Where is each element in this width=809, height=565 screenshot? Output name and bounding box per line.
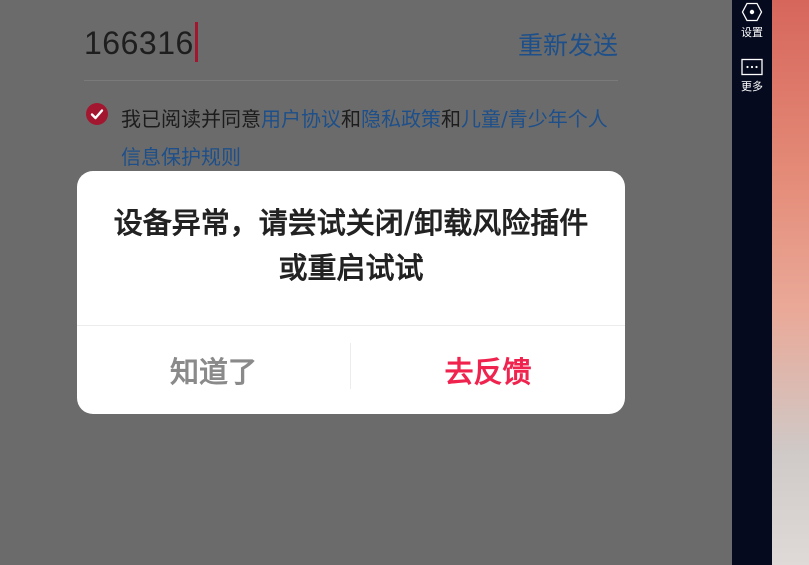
alert-dialog: 设备异常，请尝试关闭/卸载风险插件或重启试试 知道了 去反馈 bbox=[77, 171, 625, 414]
modal-overlay: 设备异常，请尝试关闭/卸载风险插件或重启试试 知道了 去反馈 bbox=[0, 0, 732, 565]
more-icon bbox=[741, 58, 763, 76]
dialog-message: 设备异常，请尝试关闭/卸载风险插件或重启试试 bbox=[113, 206, 589, 285]
sidebar-item-label: 更多 bbox=[741, 80, 763, 93]
screen: 166316 重新发送 我已阅读并同意用户协议和隐私政策和儿童/青少年个人信息保… bbox=[0, 0, 809, 565]
side-toolbar: 设置 更多 bbox=[732, 0, 772, 565]
feedback-button[interactable]: 去反馈 bbox=[351, 326, 625, 414]
background-photo bbox=[772, 0, 809, 565]
sidebar-item-settings[interactable]: 设置 bbox=[732, 2, 772, 40]
sidebar-item-label: 设置 bbox=[741, 26, 763, 39]
sidebar-item-more[interactable]: 更多 bbox=[732, 58, 772, 94]
settings-icon bbox=[741, 2, 763, 22]
dismiss-button[interactable]: 知道了 bbox=[77, 326, 350, 414]
